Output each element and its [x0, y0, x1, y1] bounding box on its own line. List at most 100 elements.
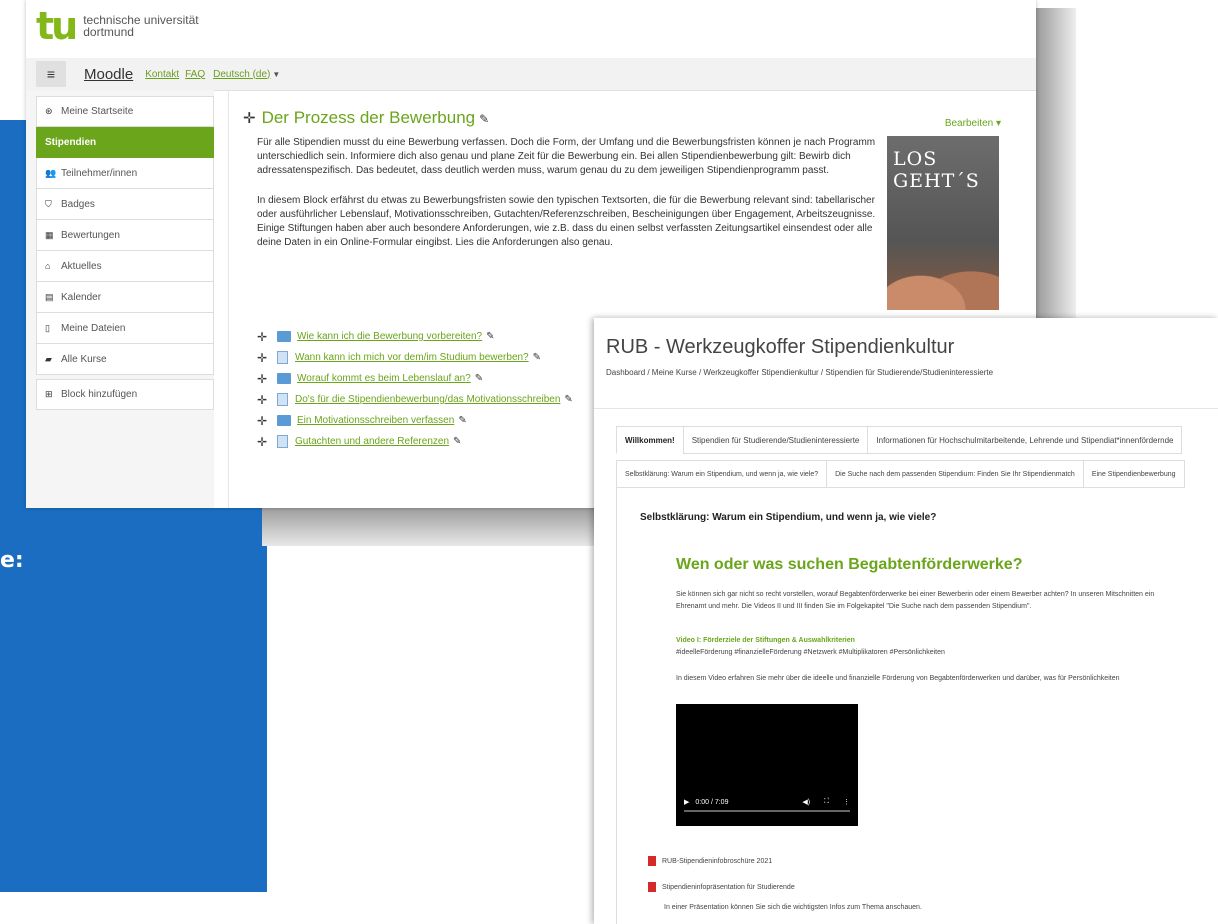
video-title: Video I: Förderziele der Stiftungen & Au… — [676, 637, 855, 644]
nav-link-faq[interactable]: FAQ — [185, 69, 205, 80]
pdf-icon — [648, 882, 656, 892]
list-item: ✛ Wann kann ich mich vor dem/im Studium b… — [257, 347, 573, 368]
plus-square-icon: ⊞ — [45, 389, 53, 399]
add-block-button[interactable]: ⊞ Block hinzufügen — [36, 379, 214, 410]
activity-link[interactable]: Gutachten und andere Referenzen — [295, 436, 449, 447]
shield-icon: ⛉ — [45, 198, 52, 209]
sidebar-nav: ⊛ Meine Startseite Stipendien 👥 Teilnehmer… — [36, 96, 214, 410]
rub-window: RUB - Werkzeugkoffer Stipendienkultur Da… — [594, 318, 1218, 924]
slide-text-fragment: e: — [0, 548, 24, 573]
intro-text: Sie können sich gar nicht so recht vorst… — [676, 591, 1155, 598]
list-item: ✛ Do's für die Stipendienbewerbung/das Mo… — [257, 389, 573, 410]
hamburger-icon: ≡ — [46, 66, 56, 82]
list-item: ✛ Wie kann ich die Bewerbung vorbereiten?… — [257, 326, 573, 347]
volume-icon[interactable]: ◀) — [802, 798, 810, 806]
activity-link[interactable]: Wie kann ich die Bewerbung vorbereiten? — [297, 331, 482, 342]
users-icon: 👥 — [45, 167, 57, 178]
sidebar-item-badges[interactable]: ⛉ Badges — [36, 189, 214, 220]
sidebar-item-kalender[interactable]: ▤ Kalender — [36, 282, 214, 313]
page-icon — [277, 393, 288, 406]
sidebar-item-stipendien[interactable]: Stipendien — [36, 127, 214, 158]
subtab-suche[interactable]: Die Suche nach dem passenden Stipendium:… — [826, 460, 1084, 488]
sidebar-item-bewertungen[interactable]: ▦ Bewertungen — [36, 220, 214, 251]
section-paragraph: Für alle Stipendien musst du eine Bewerb… — [257, 137, 876, 176]
window-shadow — [262, 506, 607, 546]
list-item: ✛ Gutachten und andere Referenzen ✎ — [257, 431, 573, 452]
move-icon[interactable]: ✛ — [257, 351, 277, 365]
fullscreen-icon[interactable]: ⛶ — [824, 798, 829, 806]
more-options-icon[interactable]: ⋮ — [843, 798, 850, 806]
tab-willkommen[interactable]: Willkommen! — [616, 426, 684, 454]
file-icon: ▯ — [45, 322, 50, 333]
tab-bar: Willkommen! Stipendien für Studierende/S… — [616, 426, 1183, 454]
hashtags: #ideelleFörderung #finanzielleFörderung … — [676, 649, 945, 656]
image-caption: LOS GEHT´S — [893, 148, 980, 192]
list-item: ✛ Worauf kommt es beim Lebenslauf an? ✎ — [257, 368, 573, 389]
sidebar-item-aktuelles[interactable]: ⌂ Aktuelles — [36, 251, 214, 282]
table-icon: ▦ — [45, 229, 54, 240]
sidebar-item-teilnehmer[interactable]: 👥 Teilnehmer/innen — [36, 158, 214, 189]
move-icon[interactable]: ✛ — [257, 372, 277, 386]
los-gehts-image: LOS GEHT´S — [887, 136, 999, 310]
university-name: technische universität dortmund — [83, 13, 199, 39]
pencil-icon[interactable]: ✎ — [458, 415, 466, 426]
calendar-icon: ▤ — [45, 291, 54, 302]
sidebar-item-dateien[interactable]: ▯ Meine Dateien — [36, 313, 214, 344]
move-icon[interactable]: ✛ — [243, 110, 256, 127]
divider — [594, 408, 1218, 409]
menu-toggle-button[interactable]: ≡ — [36, 61, 66, 87]
file-link[interactable]: RUB-Stipendieninfobroschüre 2021 — [648, 856, 772, 866]
pencil-icon[interactable]: ✎ — [533, 352, 541, 363]
section-paragraph: In diesem Block erfährst du etwas zu Bew… — [257, 195, 876, 248]
breadcrumb[interactable]: Dashboard / Meine Kurse / Werkzeugkoffer… — [606, 368, 993, 377]
move-icon[interactable]: ✛ — [257, 393, 277, 407]
move-icon[interactable]: ✛ — [257, 435, 277, 449]
list-item: ✛ Ein Motivationsschreiben verfassen ✎ — [257, 410, 573, 431]
page-icon — [277, 351, 288, 364]
sidebar-item-alle-kurse[interactable]: ▰ Alle Kurse — [36, 344, 214, 375]
video-controls: ▶ 0:00 / 7:09 ◀) ⛶ ⋮ — [684, 798, 850, 806]
move-icon[interactable]: ✛ — [257, 414, 277, 428]
video-description: In diesem Video erfahren Sie mehr über d… — [676, 675, 1120, 682]
tu-logo: tu — [36, 4, 78, 48]
video-progress-bar[interactable] — [684, 810, 850, 812]
section-title: ✛ Der Prozess der Bewerbung ✎ — [243, 108, 490, 127]
pencil-icon[interactable]: ✎ — [475, 373, 483, 384]
activity-link[interactable]: Worauf kommt es beim Lebenslauf an? — [297, 373, 471, 384]
folder-icon — [277, 373, 291, 384]
subtab-bar: Selbstklärung: Warum ein Stipendium, und… — [616, 460, 1185, 488]
university-brand[interactable]: tu technische universität dortmund — [36, 4, 199, 48]
pencil-icon[interactable]: ✎ — [486, 331, 494, 342]
activity-link[interactable]: Do's für die Stipendienbewerbung/das Mot… — [295, 394, 560, 405]
video-time: 0:00 / 7:09 — [695, 798, 729, 806]
pencil-icon[interactable]: ✎ — [564, 394, 572, 405]
move-icon[interactable]: ✛ — [257, 330, 277, 344]
language-menu[interactable]: Deutsch (de) — [213, 69, 270, 80]
tab-hochschulmitarbeitende[interactable]: Informationen für Hochschulmitarbeitende… — [867, 426, 1183, 454]
activity-list: ✛ Wie kann ich die Bewerbung vorbereiten?… — [257, 326, 573, 452]
subtab-selbstklaerung[interactable]: Selbstklärung: Warum ein Stipendium, und… — [616, 460, 828, 488]
activity-link[interactable]: Wann kann ich mich vor dem/im Studium be… — [295, 352, 529, 363]
activity-link[interactable]: Ein Motivationsschreiben verfassen — [297, 415, 454, 426]
video-player[interactable]: ▶ 0:00 / 7:09 ◀) ⛶ ⋮ — [676, 704, 858, 826]
top-navbar: ≡ Moodle Kontakt FAQ Deutsch (de) ▼ — [26, 58, 1036, 91]
intro-text: Ehrenamt und mehr. Die Videos II und III… — [676, 603, 1032, 610]
site-name-link[interactable]: Moodle — [84, 66, 133, 83]
tachometer-icon: ⊛ — [45, 106, 53, 116]
sidebar-item-startseite[interactable]: ⊛ Meine Startseite — [36, 96, 214, 127]
tab-studierende[interactable]: Stipendien für Studierende/Studienintere… — [682, 426, 869, 454]
subtab-bewerbung[interactable]: Eine Stipendienbewerbung — [1082, 460, 1185, 488]
folder-icon — [277, 331, 291, 342]
caret-down-icon: ▼ — [272, 69, 281, 79]
course-title: RUB - Werkzeugkoffer Stipendienkultur — [606, 336, 955, 358]
page-icon — [277, 435, 288, 448]
edit-menu[interactable]: Bearbeiten ▾ — [945, 118, 1001, 129]
file-description: In einer Präsentation können Sie sich di… — [664, 904, 922, 911]
file-link[interactable]: Stipendieninfopräsentation für Studieren… — [648, 882, 795, 892]
pencil-icon[interactable]: ✎ — [479, 112, 489, 126]
window-shadow — [1036, 8, 1076, 326]
play-icon[interactable]: ▶ — [684, 798, 689, 806]
nav-link-kontakt[interactable]: Kontakt — [145, 69, 179, 80]
section-heading: Selbstklärung: Warum ein Stipendium, und… — [640, 512, 937, 523]
pencil-icon[interactable]: ✎ — [453, 436, 461, 447]
